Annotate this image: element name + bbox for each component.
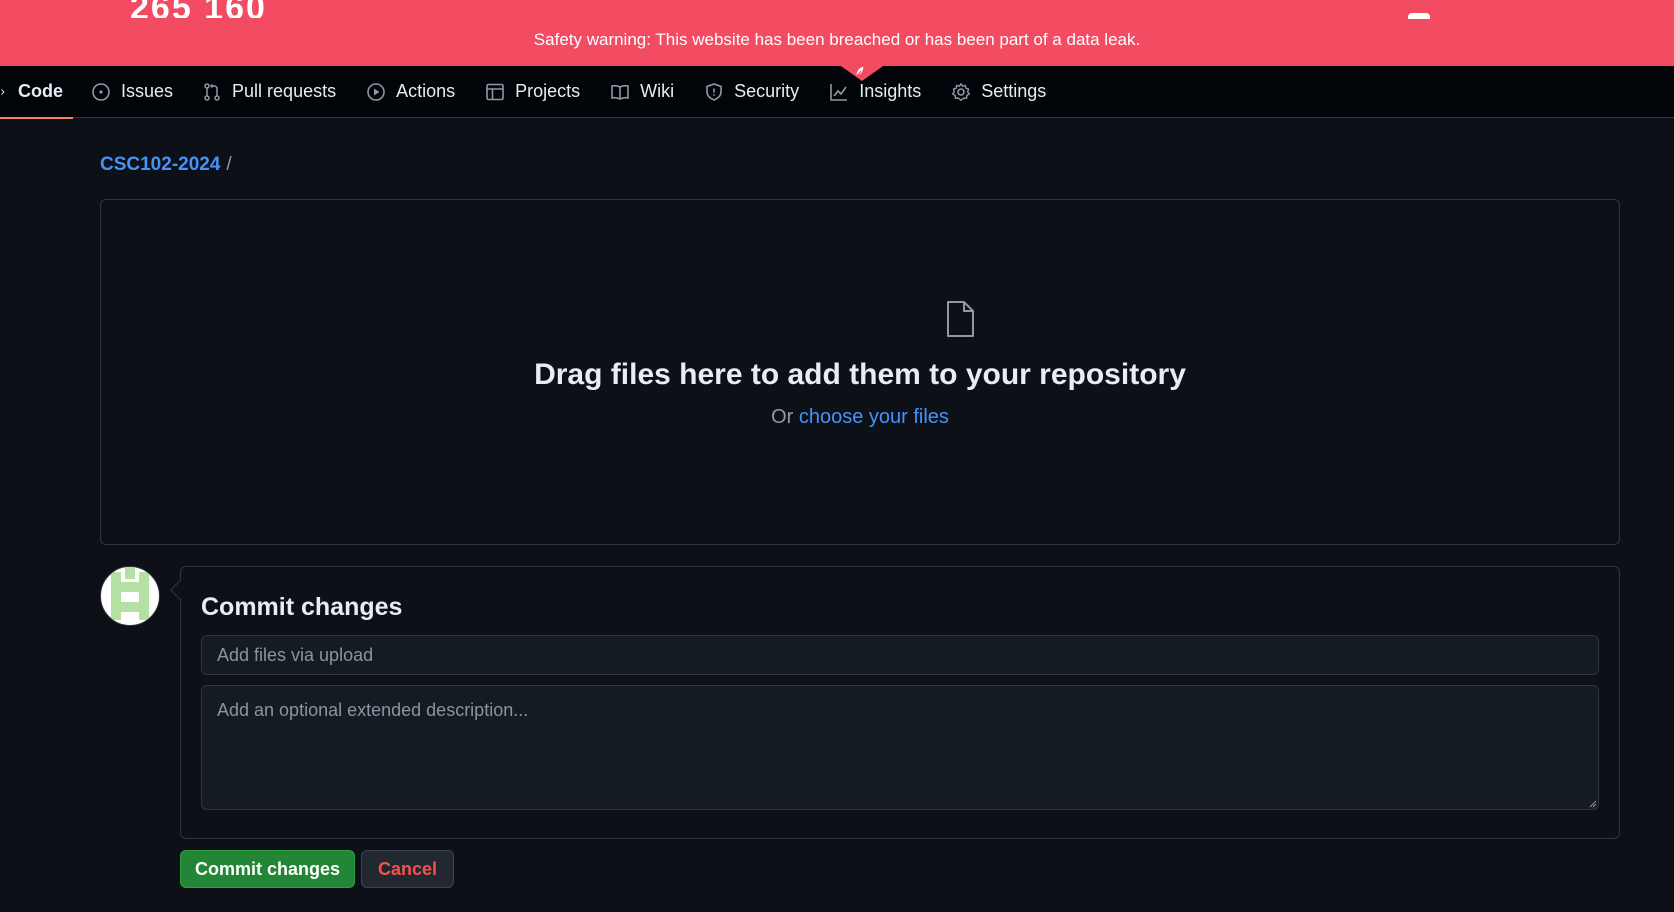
banner-message: Safety warning: This website has been br… (533, 30, 1141, 49)
tab-projects[interactable]: Projects (485, 66, 580, 118)
tab-actions[interactable]: Actions (366, 66, 455, 118)
tab-settings-label: Settings (981, 81, 1047, 101)
commit-changes-button[interactable]: Commit changes (180, 850, 355, 888)
tab-code-label: Code (18, 81, 63, 101)
tab-security[interactable]: Security (704, 66, 799, 118)
shield-icon (706, 82, 722, 101)
tab-code[interactable]: Code (0, 66, 73, 119)
commit-description-input[interactable] (201, 685, 1599, 810)
commit-form-caret (170, 580, 190, 600)
cancel-button[interactable]: Cancel (361, 850, 454, 888)
commit-heading: Commit changes (201, 593, 403, 621)
tab-wiki[interactable]: Wiki (610, 66, 674, 118)
choose-files-link[interactable]: choose your files (799, 406, 949, 428)
tab-security-label: Security (734, 81, 800, 101)
repo-navigation: Code Issues Pull requests Actions Projec… (0, 66, 1674, 119)
banner-cutoff-shape (1408, 13, 1430, 19)
tab-pull-requests[interactable]: Pull requests (202, 66, 336, 118)
git-pull-request-icon (204, 82, 220, 101)
table-icon (486, 83, 504, 100)
avatar (100, 566, 160, 626)
commit-summary-input[interactable] (201, 635, 1599, 675)
tab-issues[interactable]: Issues (91, 66, 173, 118)
issue-opened-icon (92, 82, 110, 101)
commit-form: Commit changes (170, 566, 1620, 839)
resize-handle-icon[interactable] (1589, 800, 1597, 808)
breadcrumb-repo-link[interactable]: CSC102-2024 (100, 154, 220, 176)
feather-icon (856, 66, 864, 77)
banner-cutoff-text: 265 160 (130, 0, 267, 18)
breadcrumb: CSC102-2024 / (100, 154, 232, 176)
tab-projects-label: Projects (515, 81, 581, 101)
code-icon (1, 88, 5, 95)
drop-zone-title: Drag files here to add them to your repo… (534, 358, 1186, 391)
tab-settings[interactable]: Settings (951, 66, 1046, 118)
drop-zone-or-text: Or (771, 406, 794, 428)
tab-insights-label: Insights (859, 81, 922, 101)
tab-pull-requests-label: Pull requests (232, 81, 337, 101)
tab-wiki-label: Wiki (640, 81, 675, 101)
breadcrumb-separator: / (226, 154, 232, 175)
file-icon (947, 301, 974, 337)
play-icon (367, 82, 385, 101)
graph-icon (830, 83, 848, 101)
gear-icon (952, 82, 971, 101)
tab-actions-label: Actions (396, 81, 456, 101)
security-warning-banner: 265 160 Safety warning: This website has… (0, 0, 1674, 81)
file-drop-zone[interactable]: Drag files here to add them to your repo… (100, 199, 1620, 545)
tab-issues-label: Issues (121, 81, 174, 101)
book-icon (611, 84, 629, 100)
drop-zone-subtitle: Or choose your files (101, 406, 1619, 429)
